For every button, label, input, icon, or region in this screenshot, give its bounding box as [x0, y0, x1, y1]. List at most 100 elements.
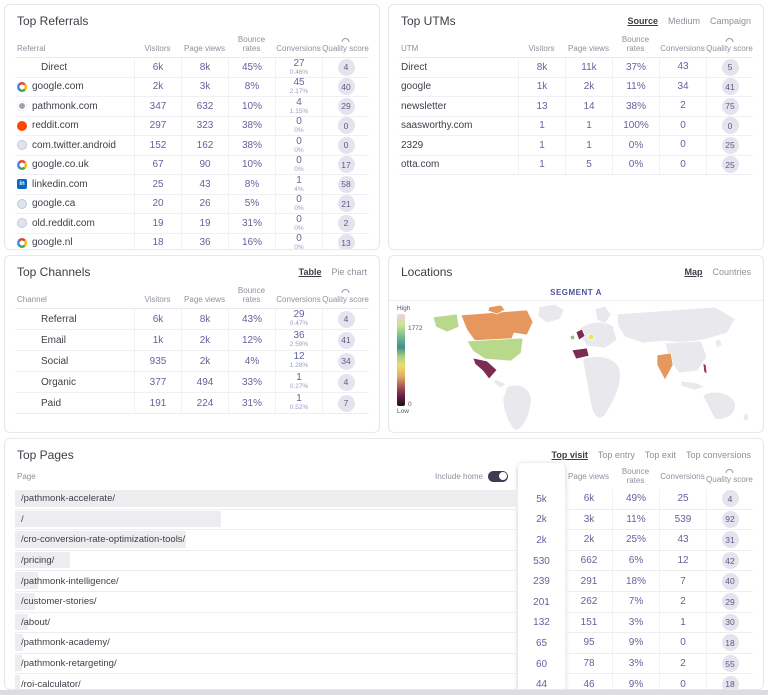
cell-bounce: 10%	[228, 97, 275, 116]
column-header-visitors[interactable]: Visitors	[518, 44, 565, 53]
table-row[interactable]: /pricing/5306626%1242	[15, 551, 753, 572]
cell-conversions: 290.47%	[275, 309, 322, 329]
table-row[interactable]: /pathmonk-retargeting/60783%255	[15, 654, 753, 675]
table-row[interactable]: pathmonk.com34763210%41.15%29	[15, 97, 369, 117]
column-header-bounce[interactable]: Bounce rates	[228, 35, 275, 53]
country-spain[interactable]	[572, 348, 589, 359]
conversions-value: 1	[296, 373, 302, 383]
conversions-percent: 1.15%	[290, 109, 308, 116]
table-row[interactable]: saasworthy.com11100%00	[399, 117, 753, 137]
table-row[interactable]: /cro-conversion-rate-optimization-tools/…	[15, 530, 753, 551]
tab-top-visit[interactable]: Top visit	[552, 450, 588, 460]
country-canada[interactable]	[461, 310, 533, 341]
table-row[interactable]: /pathmonk-intelligence/23929118%740	[15, 571, 753, 592]
column-header-label[interactable]: Channel	[15, 295, 134, 304]
tab-map[interactable]: Map	[684, 267, 702, 277]
cell-quality: 40	[706, 571, 753, 592]
country-australia[interactable]	[703, 392, 735, 419]
tab-top-conversions[interactable]: Top conversions	[686, 450, 751, 460]
cell-conversions: 43	[659, 530, 706, 551]
column-header-bounce[interactable]: Bounce rates	[228, 286, 275, 304]
country-philippines[interactable]	[703, 363, 707, 374]
pages-column-conversions[interactable]: Conversions	[659, 472, 706, 481]
table-row[interactable]: newsletter131438%275	[399, 97, 753, 117]
table-row[interactable]: google.co.uk679010%00%17	[15, 156, 369, 176]
country-netherlands[interactable]	[588, 334, 594, 340]
tab-countries[interactable]: Countries	[712, 267, 751, 277]
pages-column-quality[interactable]: Quality score	[706, 468, 753, 484]
table-row[interactable]: Referral6k8k43%290.47%4	[15, 309, 369, 330]
country-ireland[interactable]	[570, 335, 575, 340]
column-header-conversions[interactable]: Conversions	[659, 44, 706, 53]
table-row[interactable]: google.com2k3k8%452.17%40	[15, 78, 369, 98]
region-central-america[interactable]	[494, 379, 506, 388]
cell-bounce: 9%	[612, 674, 659, 690]
table-row[interactable]: /customer-stories/2012627%229	[15, 592, 753, 613]
include-home-toggle[interactable]	[488, 471, 508, 482]
country-greenland[interactable]	[538, 304, 564, 323]
table-row[interactable]: Email1k2k12%362.59%41	[15, 330, 369, 351]
table-row[interactable]: Paid19122431%10.52%7	[15, 393, 369, 414]
column-header-conversions[interactable]: Conversions	[275, 295, 322, 304]
table-row[interactable]: /about/1321513%130	[15, 613, 753, 634]
region-africa[interactable]	[583, 357, 620, 418]
table-row[interactable]: reddit.com29732338%00%0	[15, 117, 369, 137]
table-row[interactable]: google1k2k11%3441	[399, 78, 753, 98]
row-label-cell: google.com	[15, 81, 134, 92]
column-header-quality[interactable]: Quality score	[706, 37, 753, 53]
table-row[interactable]: google.ca20265%00%21	[15, 195, 369, 215]
tab-source[interactable]: Source	[627, 16, 658, 26]
table-row[interactable]: otta.com150%025	[399, 156, 753, 176]
pages-column-page-views[interactable]: Page views	[565, 472, 612, 481]
world-map-svg[interactable]	[419, 301, 759, 430]
column-header-visitors[interactable]: Visitors	[134, 295, 181, 304]
table-row[interactable]: Direct6k8k45%270.46%4	[15, 58, 369, 78]
country-india[interactable]	[657, 353, 673, 380]
legend-gradient-bar	[397, 314, 405, 406]
column-header-conversions[interactable]: Conversions	[275, 44, 322, 53]
column-header-label[interactable]: Referral	[15, 44, 134, 53]
cell-quality: 31	[706, 530, 753, 551]
column-header-page_views[interactable]: Page views	[565, 44, 612, 53]
table-row[interactable]: Organic37749433%10.27%4	[15, 372, 369, 393]
table-row[interactable]: inlinkedin.com25438%14%58	[15, 175, 369, 195]
region-south-america[interactable]	[503, 385, 531, 430]
column-header-visitors[interactable]: Visitors	[134, 44, 181, 53]
row-label: Social	[41, 356, 68, 367]
column-header-bounce[interactable]: Bounce rates	[612, 35, 659, 53]
column-header-label[interactable]: UTM	[399, 44, 518, 53]
page-label: /about/	[15, 617, 50, 628]
tab-pie-chart[interactable]: Pie chart	[331, 267, 367, 277]
region-scandinavia[interactable]	[595, 306, 611, 324]
table-row[interactable]: /roi-calculator/44469%018	[15, 674, 753, 690]
region-indonesia[interactable]	[681, 381, 705, 390]
column-header-quality[interactable]: Quality score	[322, 288, 369, 304]
table-row[interactable]: google.nl183616%00%13	[15, 234, 369, 251]
tab-top-exit[interactable]: Top exit	[645, 450, 676, 460]
cell-conversions: 0	[659, 156, 706, 175]
tab-top-entry[interactable]: Top entry	[598, 450, 635, 460]
pages-column-bounce[interactable]: Bounce rates	[612, 467, 659, 485]
country-mexico[interactable]	[473, 358, 497, 379]
table-row[interactable]: Direct8k11k37%435	[399, 58, 753, 78]
table-row[interactable]: 2329110%025	[399, 136, 753, 156]
region-russia[interactable]	[617, 307, 735, 343]
cell-quality: 55	[706, 654, 753, 675]
country-new-zealand[interactable]	[743, 413, 749, 422]
table-row[interactable]: old.reddit.com191931%00%2	[15, 214, 369, 234]
cell-page_views: 2k	[181, 330, 228, 350]
table-row[interactable]: /pathmonk-accelerate/5k6k49%254	[15, 489, 753, 510]
tab-campaign[interactable]: Campaign	[710, 16, 751, 26]
column-header-page_views[interactable]: Page views	[181, 295, 228, 304]
table-row[interactable]: /2k3k11%53992	[15, 510, 753, 531]
table-row[interactable]: Social9352k4%121.28%34	[15, 351, 369, 372]
country-japan[interactable]	[715, 339, 722, 348]
column-header-quality[interactable]: Quality score	[322, 37, 369, 53]
column-header-page_views[interactable]: Page views	[181, 44, 228, 53]
tab-table[interactable]: Table	[299, 267, 322, 277]
cell-quality: 40	[322, 78, 369, 97]
country-usa[interactable]	[467, 338, 523, 361]
table-row[interactable]: /pathmonk-academy/65959%018	[15, 633, 753, 654]
table-row[interactable]: com.twitter.android15216238%00%0	[15, 136, 369, 156]
tab-medium[interactable]: Medium	[668, 16, 700, 26]
